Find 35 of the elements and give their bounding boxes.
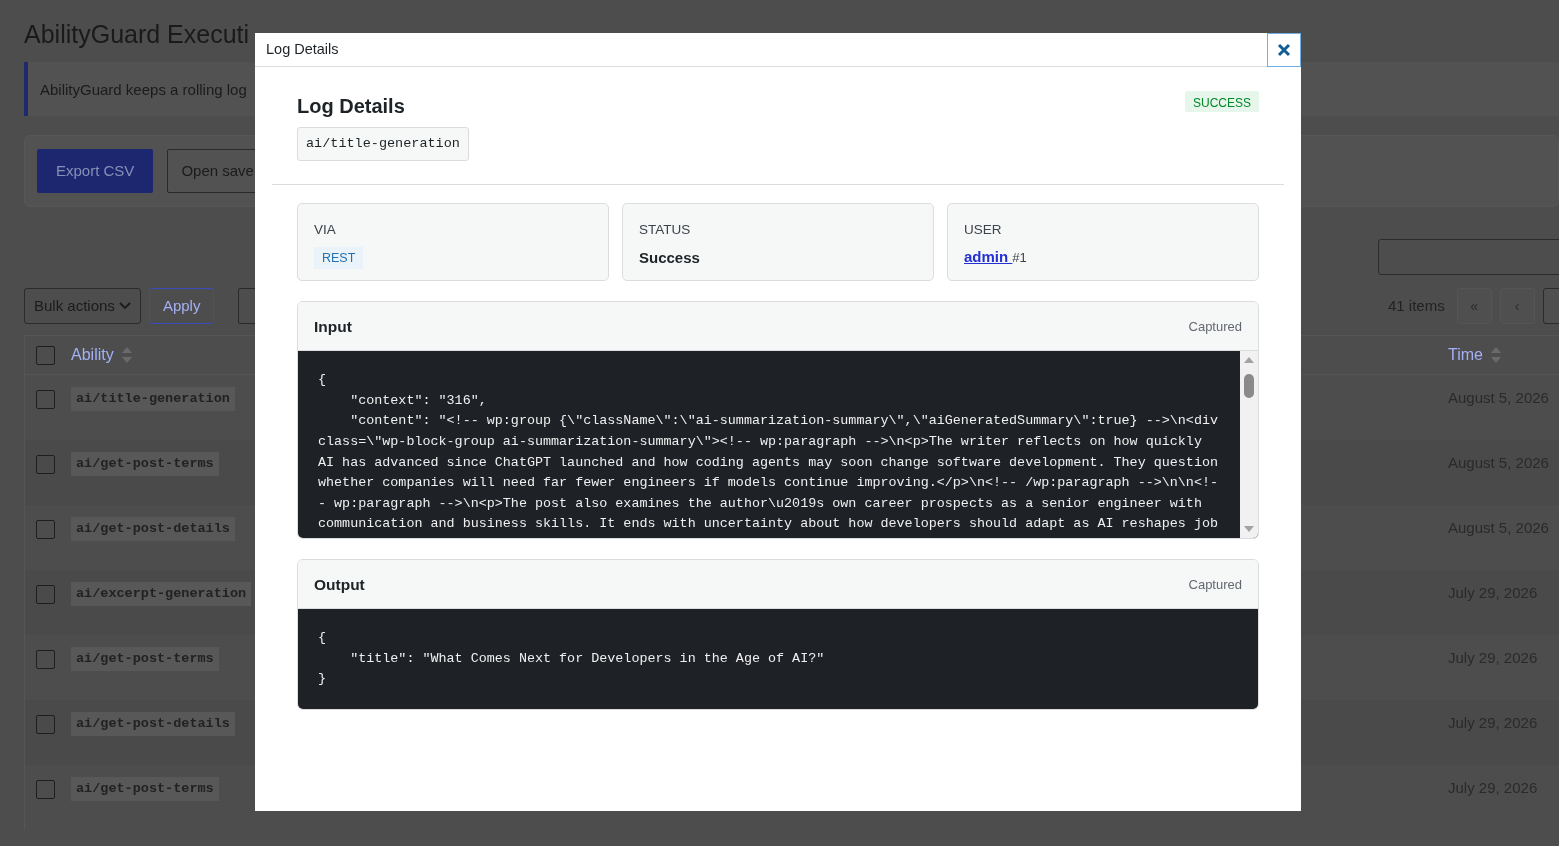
search-field[interactable] [1378,239,1559,275]
row-checkbox[interactable] [36,780,55,799]
field-label: VIA [314,221,337,240]
via-badge: REST [314,246,364,270]
modal-title: Log Details [266,39,339,59]
row-checkbox[interactable] [36,390,55,409]
field-label: STATUS [639,221,692,240]
row-checkbox[interactable] [36,585,55,604]
code-text: { "title": "What Comes Next for Developers in the Age of AI?" } [317,629,826,689]
sort-icon [121,347,132,363]
sort-icon [1490,347,1501,363]
export-button[interactable]: Export CSV [37,149,154,193]
details-heading: Log Details [297,94,406,119]
column-header[interactable]: Time [1448,343,1483,367]
close-button[interactable] [1267,33,1301,67]
row-checkbox[interactable] [36,455,55,474]
field-label: USER [964,221,1003,240]
apply-button[interactable]: Apply [148,288,215,324]
ability-code: ai/title-generation [297,127,469,162]
close-icon [1277,43,1291,57]
column-header[interactable]: Ability [71,343,114,367]
panel-note: Captured [1188,317,1242,336]
field-value: Success [639,247,701,268]
chevron-down-icon [118,302,131,310]
status-badge: SUCCESS [1185,91,1259,112]
row-checkbox[interactable] [36,520,55,539]
code-text: { "context": "316", "content": "<!-- wp:group {\"className\":\"ai-summarization-summary\",\"aiGeneratedSummary\":true} -->\n<div class=\"wp-block-group ai-summarization-summary\"><!-- wp:paragraph -->\n<p>The writer reflects on how quickly AI has advanced since ChatGPT launched and how coding agents may soon change software development. They question whether companies will need far fewer engineers if models continue improving.</p>\n<!-- /wp:paragraph -->\n\n<!- - wp:paragraph -->\n<p>The post also examines the author\u2019s own career prospects as a senior engineer with communication and business skills. It ends with uncertainty about how developers should adapt as AI reshapes job [317,371,1219,534]
panel-title: Input [314,316,352,337]
user-link[interactable]: admin [964,247,1013,265]
user-id: #1 [1012,249,1027,265]
select-all-checkbox[interactable] [36,345,55,365]
row-checkbox[interactable] [36,715,55,734]
row-checkbox[interactable] [36,650,55,669]
panel-title: Output [314,574,365,595]
panel-note: Captured [1188,575,1242,594]
